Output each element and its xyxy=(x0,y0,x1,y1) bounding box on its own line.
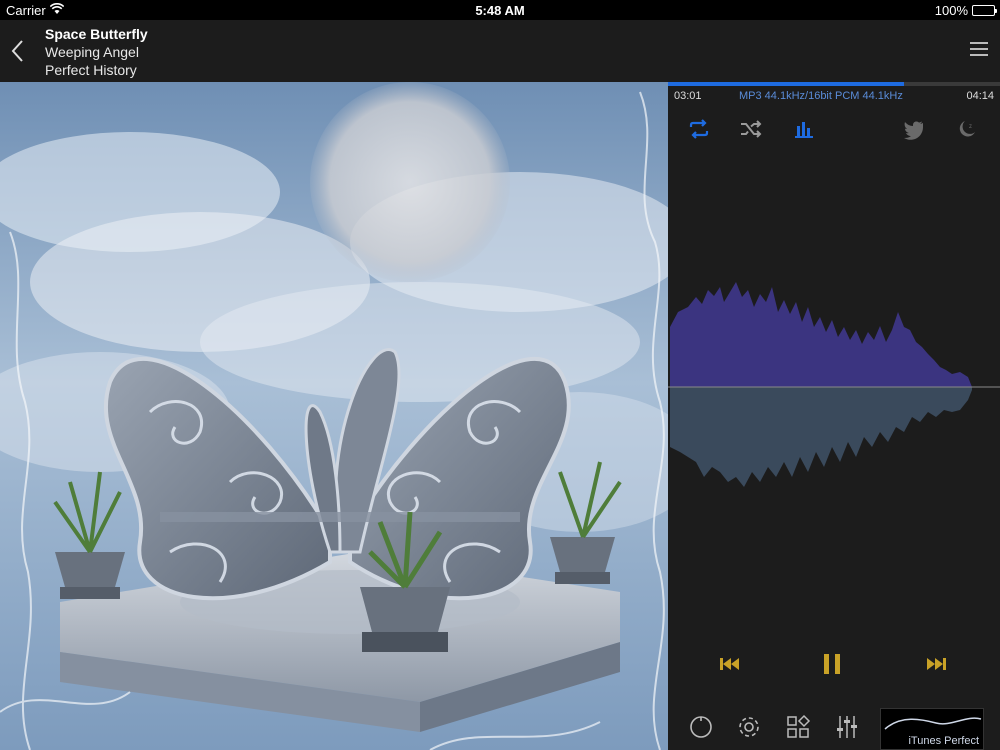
menu-icon xyxy=(970,42,988,44)
status-time: 5:48 AM xyxy=(475,3,525,18)
total-time: 04:14 xyxy=(966,90,994,102)
artwork-image xyxy=(0,82,668,750)
sleep-timer-button[interactable]: z xyxy=(955,118,979,140)
menu-button[interactable] xyxy=(970,42,988,60)
track-info: Space Butterfly Weeping Angel Perfect Hi… xyxy=(45,25,148,79)
back-button[interactable] xyxy=(6,37,30,65)
eq-preset-button[interactable]: iTunes Perfect xyxy=(880,708,984,750)
shuffle-icon xyxy=(741,120,762,138)
status-bar: Carrier 5:48 AM 100% xyxy=(0,0,1000,20)
now-playing-header: Space Butterfly Weeping Angel Perfect Hi… xyxy=(0,20,1000,82)
chevron-left-icon xyxy=(11,40,23,62)
pause-button[interactable] xyxy=(821,652,845,676)
time-info: 03:01 MP3 44.1kHz/16bit PCM 44.1kHz 04:1… xyxy=(668,90,1000,104)
song-title: Space Butterfly xyxy=(45,26,148,42)
equalizer-settings-button[interactable] xyxy=(834,714,860,740)
album-artwork[interactable] xyxy=(0,82,668,750)
artist-name: Weeping Angel xyxy=(45,44,139,60)
elapsed-time: 03:01 xyxy=(674,90,702,102)
bottom-toolbar: iTunes Perfect xyxy=(668,704,1000,750)
settings-button[interactable] xyxy=(736,714,762,740)
grid-icon xyxy=(787,714,811,738)
twitter-button[interactable] xyxy=(902,118,926,140)
sleep-timer-icon: z xyxy=(959,121,975,137)
power-icon xyxy=(690,716,712,738)
pause-icon xyxy=(824,654,840,674)
battery-icon xyxy=(972,5,997,16)
gear-icon xyxy=(739,717,759,737)
next-icon xyxy=(927,658,946,670)
previous-icon xyxy=(720,658,739,670)
shuffle-button[interactable] xyxy=(739,118,763,140)
grid-button[interactable] xyxy=(785,714,811,740)
next-button[interactable] xyxy=(924,652,948,676)
waveform-display[interactable] xyxy=(668,282,1000,552)
equalizer-sliders-icon xyxy=(837,716,857,738)
previous-button[interactable] xyxy=(718,652,742,676)
eq-preset-label: iTunes Perfect xyxy=(908,735,979,747)
power-button[interactable] xyxy=(688,714,714,740)
player-panel: 03:01 MP3 44.1kHz/16bit PCM 44.1kHz 04:1… xyxy=(668,82,1000,750)
svg-text:z: z xyxy=(969,124,972,130)
twitter-icon xyxy=(904,121,923,140)
spectrum-button[interactable] xyxy=(793,118,817,140)
album-name: Perfect History xyxy=(45,62,137,78)
audio-format: MP3 44.1kHz/16bit PCM 44.1kHz xyxy=(739,90,903,102)
battery-percent: 100% xyxy=(934,3,968,18)
repeat-icon xyxy=(689,119,709,139)
progress-fill xyxy=(668,82,904,86)
repeat-button[interactable] xyxy=(687,118,711,140)
progress-bar[interactable] xyxy=(668,82,1000,86)
spectrum-icon xyxy=(795,122,813,138)
